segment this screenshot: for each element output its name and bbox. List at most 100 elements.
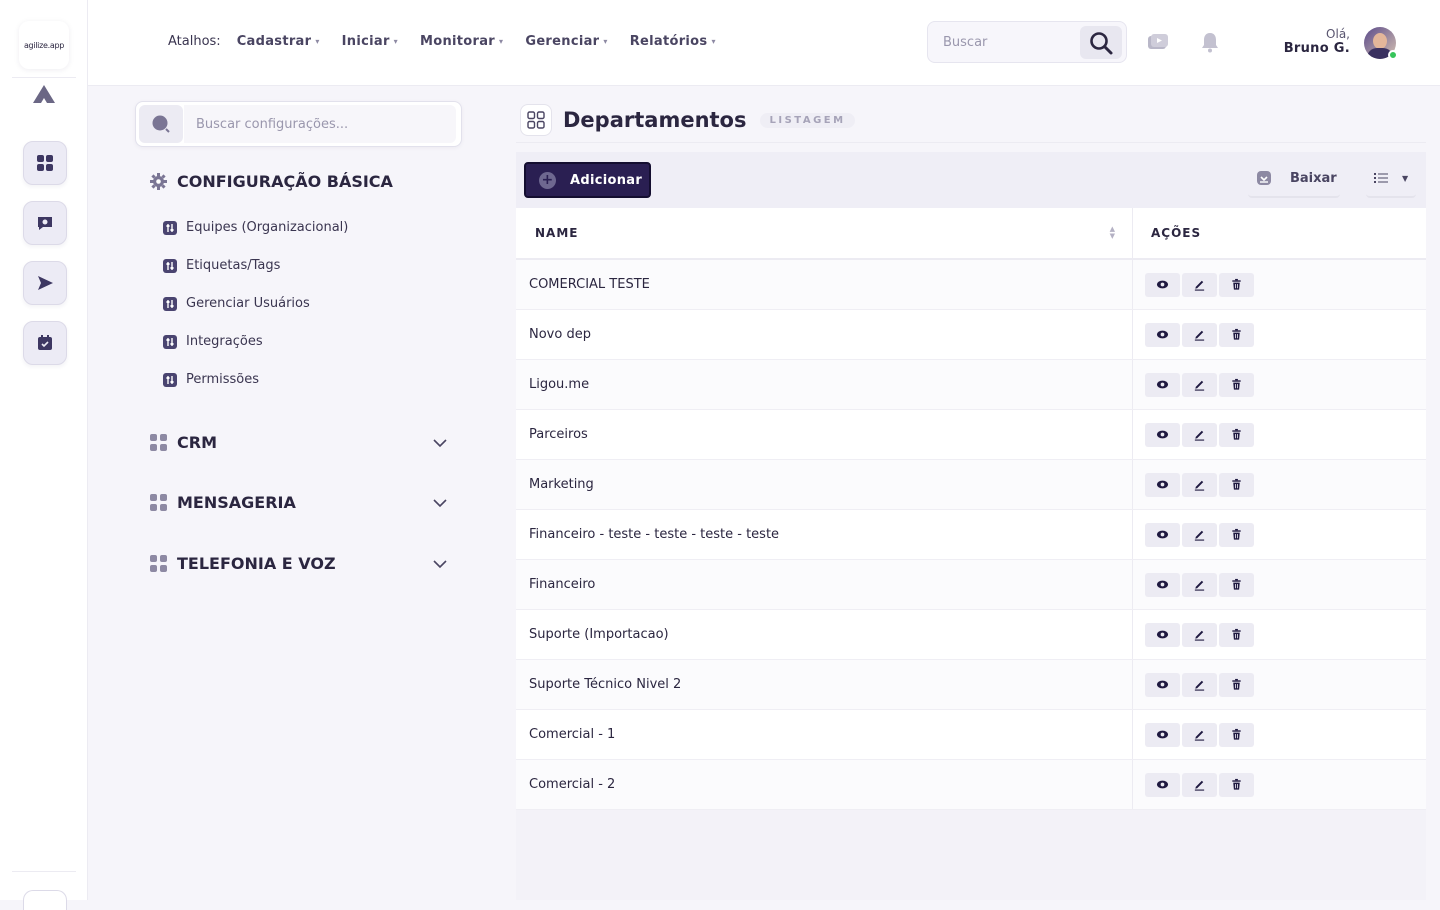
delete-button[interactable] <box>1219 772 1254 797</box>
view-button[interactable] <box>1145 672 1180 697</box>
download-button[interactable]: Baixar <box>1248 160 1340 198</box>
delete-button[interactable] <box>1219 472 1254 497</box>
brand-mark-icon[interactable] <box>32 84 56 104</box>
row-actions <box>1133 660 1426 709</box>
view-button[interactable] <box>1145 722 1180 747</box>
delete-button[interactable] <box>1219 572 1254 597</box>
rail-bottom-button[interactable] <box>23 890 67 910</box>
delete-button[interactable] <box>1219 672 1254 697</box>
edit-button[interactable] <box>1182 472 1217 497</box>
eye-icon <box>1156 730 1169 739</box>
settings-item-permissoes[interactable]: Permissões <box>163 372 259 387</box>
settings-item-label: Etiquetas/Tags <box>186 258 281 273</box>
pencil-icon <box>1194 630 1205 641</box>
settings-item-integracoes[interactable]: Integrações <box>163 334 263 349</box>
view-button[interactable] <box>1145 522 1180 547</box>
delete-button[interactable] <box>1219 372 1254 397</box>
delete-button[interactable] <box>1219 522 1254 547</box>
edit-button[interactable] <box>1182 372 1217 397</box>
trash-icon <box>1232 778 1241 790</box>
greeting-text: Olá, <box>1326 27 1350 41</box>
online-status-dot <box>1388 50 1398 60</box>
delete-button[interactable] <box>1219 722 1254 747</box>
notifications-button[interactable] <box>1198 30 1222 54</box>
view-button[interactable] <box>1145 322 1180 347</box>
media-button[interactable] <box>1146 30 1170 54</box>
list-icon <box>1374 173 1388 183</box>
department-name: Ligou.me <box>529 377 590 392</box>
nav-gerenciar[interactable]: Gerenciar ▾ <box>525 34 607 49</box>
pencil-icon <box>1194 480 1205 491</box>
row-actions <box>1133 560 1426 609</box>
table-row: Comercial - 1 <box>516 710 1426 760</box>
view-button[interactable] <box>1145 622 1180 647</box>
grid-icon <box>150 494 167 511</box>
delete-button[interactable] <box>1219 422 1254 447</box>
nav-cadastrar[interactable]: Cadastrar ▾ <box>237 34 320 49</box>
department-name: Marketing <box>529 477 594 492</box>
settings-item-etiquetas[interactable]: Etiquetas/Tags <box>163 258 280 273</box>
view-button[interactable] <box>1145 772 1180 797</box>
nav-monitorar[interactable]: Monitorar ▾ <box>420 34 503 49</box>
view-button[interactable] <box>1145 422 1180 447</box>
settings-search <box>135 101 462 147</box>
edit-button[interactable] <box>1182 522 1217 547</box>
edit-button[interactable] <box>1182 672 1217 697</box>
sort-icon[interactable]: ▲ ▼ <box>1110 226 1116 240</box>
department-name: Financeiro - teste - teste - teste - tes… <box>529 527 780 542</box>
view-button[interactable] <box>1145 572 1180 597</box>
delete-button[interactable] <box>1219 622 1254 647</box>
table-row: Comercial - 2 <box>516 760 1426 810</box>
settings-item-label: Equipes (Organizacional) <box>186 220 349 235</box>
delete-button[interactable] <box>1219 322 1254 347</box>
department-name-cell: Marketing <box>516 460 1133 509</box>
global-search-button[interactable] <box>1080 26 1122 59</box>
view-button[interactable] <box>1145 372 1180 397</box>
edit-button[interactable] <box>1182 422 1217 447</box>
department-name-cell: Ligou.me <box>516 360 1133 409</box>
section-title: TELEFONIA E VOZ <box>177 554 336 573</box>
caret-down-icon: ▼ <box>1402 173 1409 183</box>
section-telefonia-voz[interactable]: TELEFONIA E VOZ <box>150 554 450 573</box>
app-logo[interactable]: agilize.app <box>19 21 69 69</box>
rail-calendar-button[interactable] <box>23 321 67 365</box>
pencil-icon <box>1194 380 1205 391</box>
row-actions <box>1133 410 1426 459</box>
view-button[interactable] <box>1145 272 1180 297</box>
section-title: CRM <box>177 433 217 452</box>
view-button[interactable] <box>1145 472 1180 497</box>
global-search-input[interactable] <box>928 22 1078 62</box>
column-name-header[interactable]: NAME ▲ ▼ <box>516 208 1133 258</box>
department-name: Novo dep <box>529 327 591 342</box>
rail-divider-bottom <box>12 871 76 872</box>
nav-label: Gerenciar <box>525 34 600 49</box>
settings-item-equipes[interactable]: Equipes (Organizacional) <box>163 220 348 235</box>
nav-relatorios[interactable]: Relatórios ▾ <box>630 34 716 49</box>
edit-button[interactable] <box>1182 272 1217 297</box>
rail-chat-button[interactable] <box>23 201 67 245</box>
edit-button[interactable] <box>1182 322 1217 347</box>
edit-button[interactable] <box>1182 572 1217 597</box>
sliders-icon <box>163 296 177 311</box>
edit-button[interactable] <box>1182 622 1217 647</box>
nav-label: Monitorar <box>419 34 496 49</box>
delete-button[interactable] <box>1219 272 1254 297</box>
trash-icon <box>1232 328 1241 340</box>
page-header: Departamentos LISTAGEM <box>520 104 855 136</box>
rail-apps-button[interactable] <box>23 141 67 185</box>
settings-item-usuarios[interactable]: Gerenciar Usuários <box>163 296 310 311</box>
settings-search-input[interactable] <box>184 105 456 143</box>
view-toggle-dropdown[interactable]: ▼ <box>1366 160 1416 198</box>
settings-search-button[interactable] <box>139 105 183 143</box>
edit-button[interactable] <box>1182 772 1217 797</box>
section-configuracao-basica[interactable]: CONFIGURAÇÃO BÁSICA <box>150 172 450 191</box>
section-mensageria[interactable]: MENSAGERIA <box>150 493 450 512</box>
section-crm[interactable]: CRM <box>150 433 450 452</box>
caret-down-icon: ▾ <box>499 37 504 46</box>
nav-iniciar[interactable]: Iniciar ▾ <box>342 34 398 49</box>
nav-label: Iniciar <box>341 34 390 49</box>
edit-button[interactable] <box>1182 722 1217 747</box>
add-button[interactable]: + Adicionar <box>524 162 651 198</box>
rail-send-button[interactable] <box>23 261 67 305</box>
sliders-icon <box>163 372 177 387</box>
